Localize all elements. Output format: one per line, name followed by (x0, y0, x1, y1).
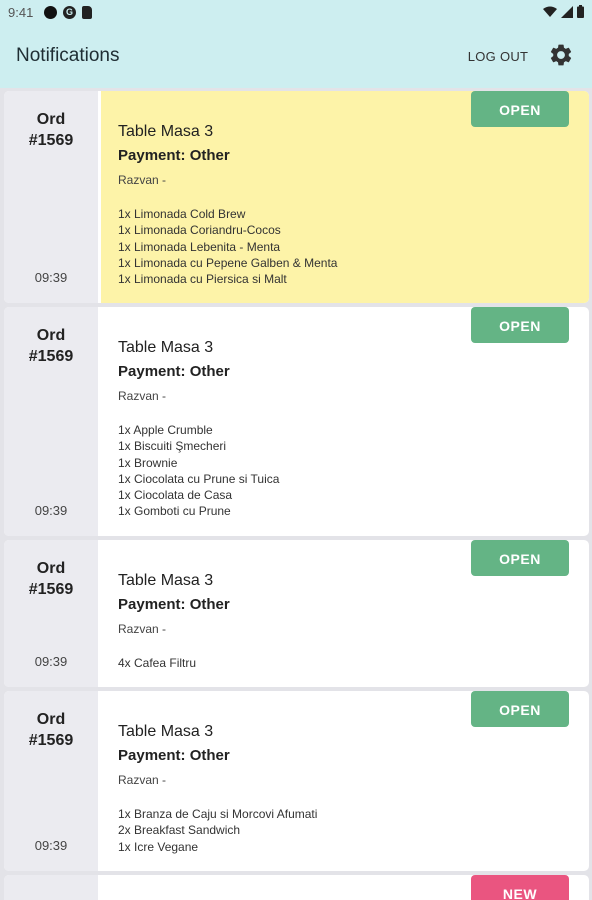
order-items-list: 1x Branza de Caju si Morcovi Afumati 2x … (118, 806, 317, 855)
order-label: Ord (36, 560, 66, 577)
table-title: Table Masa 3 (118, 339, 214, 356)
status-bar: 9:41 G (0, 0, 592, 26)
order-id: #1569 (28, 348, 74, 365)
order-number: Ord #1569 (4, 558, 98, 600)
order-details-panel: OPEN Table Masa 3 Payment: Other Razvan … (101, 540, 589, 687)
notification-card[interactable]: Ord #1569 09:39 OPEN Table Masa 3 Paymen… (4, 91, 589, 303)
order-time: 09:39 (34, 838, 68, 853)
order-item: 1x Limonada Lebenita - Menta (118, 239, 281, 254)
order-info-panel (4, 875, 98, 900)
open-status-button[interactable]: OPEN (471, 691, 569, 727)
order-details-panel: NEW (101, 875, 589, 900)
customer-name: Razvan - (118, 773, 167, 787)
order-item: 1x Icre Vegane (118, 839, 199, 854)
google-icon: G (63, 6, 76, 19)
status-time: 9:41 (8, 5, 34, 20)
order-time: 09:39 (34, 270, 68, 285)
status-system-icons (543, 5, 584, 18)
order-number: Ord #1569 (4, 709, 98, 751)
customer-name: Razvan - (118, 622, 167, 636)
order-items-list: 1x Limonada Cold Brew 1x Limonada Corian… (118, 206, 337, 287)
order-label: Ord (36, 111, 66, 128)
notification-dot-icon (44, 6, 57, 19)
order-info-panel: Ord #1569 09:39 (4, 91, 98, 303)
order-item: 1x Ciocolata cu Prune si Tuica (118, 471, 280, 486)
order-item: 1x Ciocolata de Casa (118, 488, 233, 503)
logout-button[interactable]: LOG OUT (462, 46, 534, 68)
payment-method: Payment: Other (118, 363, 230, 380)
notification-card[interactable]: Ord #1569 09:39 OPEN Table Masa 3 Paymen… (4, 540, 589, 687)
order-time: 09:39 (34, 503, 68, 518)
order-item: 1x Apple Crumble (118, 423, 213, 437)
battery-icon (577, 5, 584, 18)
gear-icon[interactable] (548, 42, 574, 68)
order-info-panel: Ord #1569 09:39 (4, 691, 98, 871)
order-item: 2x Breakfast Sandwich (118, 823, 241, 838)
payment-method: Payment: Other (118, 147, 230, 164)
order-id: #1569 (28, 132, 74, 149)
table-title: Table Masa 3 (118, 723, 214, 740)
app-bar: Notifications LOG OUT (0, 26, 592, 88)
order-label: Ord (36, 327, 66, 344)
order-items-list: 1x Apple Crumble 1x Biscuiti Şmecheri 1x… (118, 422, 279, 520)
order-item: 1x Brownie (118, 455, 178, 470)
open-status-button[interactable]: OPEN (471, 91, 569, 127)
order-items-list: 4x Cafea Filtru (118, 655, 196, 671)
order-item: 1x Limonada cu Piersica si Malt (118, 272, 287, 287)
order-details-panel: OPEN Table Masa 3 Payment: Other Razvan … (101, 307, 589, 536)
notification-card[interactable]: NEW (4, 875, 589, 900)
new-status-button[interactable]: NEW (471, 875, 569, 900)
order-time: 09:39 (34, 654, 68, 669)
order-item: 1x Gomboti cu Prune (118, 504, 231, 519)
page-title: Notifications (16, 45, 120, 66)
order-item: 4x Cafea Filtru (118, 656, 197, 670)
order-details-panel: OPEN Table Masa 3 Payment: Other Razvan … (101, 91, 589, 303)
order-details-panel: OPEN Table Masa 3 Payment: Other Razvan … (101, 691, 589, 871)
sd-card-icon (82, 6, 92, 19)
notification-card[interactable]: Ord #1569 09:39 OPEN Table Masa 3 Paymen… (4, 691, 589, 871)
signal-icon (561, 5, 573, 18)
order-item: 1x Biscuiti Şmecheri (118, 439, 227, 454)
table-title: Table Masa 3 (118, 123, 214, 140)
customer-name: Razvan - (118, 173, 167, 187)
open-status-button[interactable]: OPEN (471, 540, 569, 576)
order-info-panel: Ord #1569 09:39 (4, 307, 98, 536)
order-info-panel: Ord #1569 09:39 (4, 540, 98, 687)
customer-name: Razvan - (118, 389, 167, 403)
order-number: Ord #1569 (4, 325, 98, 367)
order-item: 1x Limonada Coriandru-Cocos (118, 223, 281, 238)
notification-card[interactable]: Ord #1569 09:39 OPEN Table Masa 3 Paymen… (4, 307, 589, 536)
payment-method: Payment: Other (118, 747, 230, 764)
order-item: 1x Limonada cu Pepene Galben & Menta (118, 255, 338, 270)
order-label: Ord (36, 711, 66, 728)
order-item: 1x Branza de Caju si Morcovi Afumati (118, 807, 318, 821)
wifi-icon (543, 6, 557, 17)
table-title: Table Masa 3 (118, 572, 214, 589)
order-item: 1x Limonada Cold Brew (118, 207, 246, 221)
open-status-button[interactable]: OPEN (471, 307, 569, 343)
order-number: Ord #1569 (4, 109, 98, 151)
payment-method: Payment: Other (118, 596, 230, 613)
order-id: #1569 (28, 581, 74, 598)
order-id: #1569 (28, 732, 74, 749)
status-notification-icons: G (44, 6, 92, 19)
